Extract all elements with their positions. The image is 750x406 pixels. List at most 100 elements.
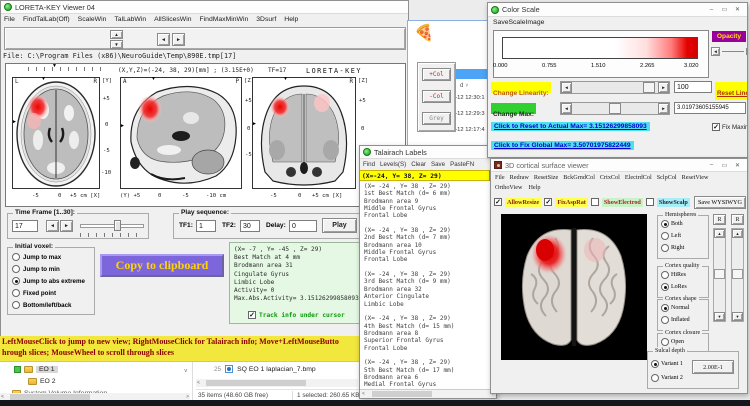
talairach-hscrollbar-thumb[interactable]: [372, 391, 432, 397]
scroll-up-icon[interactable]: ▲: [732, 229, 743, 238]
time-frame-slider-thumb[interactable]: [114, 220, 121, 231]
opacity-slider-track[interactable]: [722, 51, 744, 52]
minimize-icon[interactable]: –: [705, 4, 718, 15]
menu-orthoview[interactable]: OrthoView: [495, 184, 522, 191]
spin-down-button[interactable]: ▼: [110, 40, 123, 49]
copy-to-clipboard-button[interactable]: Copy to clipboard: [100, 254, 224, 277]
linearity-thumb[interactable]: [643, 82, 655, 93]
opacity-slider-left[interactable]: ◄: [711, 47, 720, 56]
radio-hemi-both[interactable]: [661, 220, 669, 228]
time-frame-next-button[interactable]: ►: [60, 220, 73, 232]
menu-clear[interactable]: Clear: [411, 161, 426, 168]
menu-bckgrndcol[interactable]: BckGrndCol: [563, 174, 595, 181]
max-scrollbar[interactable]: ◄ ►: [560, 102, 670, 115]
scrollbar-thumb[interactable]: [714, 269, 725, 279]
scroll-up-icon[interactable]: ▲: [714, 229, 725, 238]
rotate-y-scrollbar[interactable]: ▲ ▼: [731, 228, 744, 322]
menu-resetsize[interactable]: ResetSize: [534, 174, 558, 181]
menu-resetview[interactable]: ResetView: [682, 174, 709, 181]
time-frame-prev-button[interactable]: ◄: [46, 220, 59, 232]
radio-jump-to-max[interactable]: [12, 253, 20, 261]
taskbar[interactable]: [0, 400, 750, 406]
save-wysiwyg-button[interactable]: Save WYSIWYG: [694, 196, 746, 209]
grey-button[interactable]: Grey: [422, 112, 451, 125]
color-scale-titlebar[interactable]: Color Scale – ▭ ✕: [488, 3, 747, 17]
surface-3d-view[interactable]: [501, 214, 647, 360]
file-date-cell[interactable]: 3-12 12:29:3: [452, 111, 485, 117]
radio-jump-to-min[interactable]: [12, 265, 20, 273]
play-button[interactable]: Play: [322, 218, 357, 233]
tree-scroll-chevron[interactable]: ˅: [184, 369, 188, 375]
radio-hires[interactable]: [661, 271, 669, 279]
rotate-y-button[interactable]: R: [731, 214, 744, 225]
talairach-hscrollbar[interactable]: < >: [360, 389, 497, 398]
close-icon[interactable]: ✕: [731, 160, 744, 171]
radio-fixed-point[interactable]: [12, 289, 20, 297]
loreta-titlebar[interactable]: LORETA-KEY Viewer 04: [1, 1, 408, 14]
fix-maximum-checkbox[interactable]: ✓: [712, 123, 720, 131]
minus-col-button[interactable]: -Col: [422, 90, 451, 103]
column-header-date[interactable]: d: [460, 83, 463, 89]
track-info-checkbox[interactable]: ✓: [248, 311, 256, 319]
reset-linear-link[interactable]: Reset Linear: [715, 89, 748, 98]
spin-up-button[interactable]: ▲: [110, 30, 123, 39]
opacity-slider[interactable]: ◄: [711, 47, 747, 57]
reset-actual-max-link[interactable]: Click to Reset to Actual Max= 3.15126299…: [491, 122, 650, 131]
menu-electrdcol[interactable]: ElectrdCol: [625, 174, 652, 181]
axial-slice-view[interactable]: L R ▼ ►: [12, 77, 100, 189]
menu-tallabwin[interactable]: TalLabWin: [114, 16, 146, 23]
rotate-x-scrollbar[interactable]: ▲ ▼: [713, 228, 726, 322]
radio-bottom-left-back[interactable]: [12, 301, 20, 309]
menu-allsliceswin[interactable]: AllSlicesWin: [154, 16, 191, 23]
allow-resize-checkbox[interactable]: ✓: [494, 198, 502, 206]
scroll-down-icon[interactable]: ▼: [714, 312, 725, 321]
max-right-button[interactable]: ►: [658, 103, 669, 114]
show-electrod-checkbox[interactable]: [591, 198, 599, 206]
radio-hemi-right[interactable]: [661, 244, 669, 252]
tree-item-eo2[interactable]: EO 2: [28, 378, 56, 385]
time-frame-input[interactable]: 17: [12, 220, 38, 232]
linearity-value-input[interactable]: 100: [674, 81, 712, 93]
menu-findtallab[interactable]: FindTalLab(Off): [23, 16, 70, 23]
file-list-row[interactable]: 25 SQ EO 1 laplacian_7.bmp: [214, 365, 316, 373]
show-scalp-checkbox[interactable]: [646, 198, 654, 206]
menu-pastefn[interactable]: PasteFN: [450, 161, 474, 168]
radio-hemi-left[interactable]: [661, 232, 669, 240]
menu-file[interactable]: File: [495, 174, 505, 181]
max-value-input[interactable]: 3.01973605155945: [674, 102, 746, 114]
slice-slider-ticks[interactable]: [28, 67, 106, 71]
menu-crtxcol[interactable]: CrtxCol: [600, 174, 620, 181]
menu-help[interactable]: Help: [284, 16, 298, 23]
radio-lores[interactable]: [661, 283, 669, 291]
close-icon[interactable]: ✕: [731, 4, 744, 15]
nav-left-button[interactable]: ◄: [157, 33, 170, 46]
nav-right-button[interactable]: ►: [172, 33, 185, 46]
list-hscrollbar-thumb[interactable]: [206, 380, 306, 386]
coronal-slice-view[interactable]: R ▼ ►: [252, 77, 356, 189]
radio-variant-2[interactable]: [651, 374, 659, 382]
radio-variant-1[interactable]: [651, 360, 659, 368]
radio-shape-normal[interactable]: [661, 304, 669, 312]
tree-item-eo1[interactable]: EO 1: [14, 366, 58, 373]
sulcal-depth-value-button[interactable]: 2.00E-1: [692, 360, 734, 374]
menu-3dsurf[interactable]: 3Dsurf: [256, 16, 276, 23]
tf1-input[interactable]: 1: [196, 220, 216, 232]
radio-shape-inflated[interactable]: [661, 316, 669, 324]
delay-input[interactable]: 0: [289, 220, 317, 232]
menu-scalewin[interactable]: ScaleWin: [78, 16, 107, 23]
menu-findmaxminwin[interactable]: FindMaxMinWin: [200, 16, 249, 23]
scroll-left-icon[interactable]: <: [362, 391, 365, 397]
menu-save-scale-image[interactable]: SaveScaleImage: [493, 19, 544, 26]
list-hscrollbar[interactable]: <: [196, 379, 358, 387]
radio-jump-to-abs-extreme[interactable]: [12, 277, 20, 285]
menu-help[interactable]: Help: [528, 184, 540, 191]
menu-sclpcol[interactable]: SclpCol: [657, 174, 677, 181]
linearity-left-button[interactable]: ◄: [561, 82, 572, 93]
time-frame-slider[interactable]: [80, 224, 144, 228]
menu-save[interactable]: Save: [431, 161, 445, 168]
max-thumb[interactable]: [609, 103, 621, 114]
menu-levels[interactable]: Levels(S): [380, 161, 406, 168]
talairach-titlebar[interactable]: Talairach Labels: [360, 146, 496, 159]
tf2-input[interactable]: 30: [240, 220, 260, 232]
file-date-cell[interactable]: 3-12 12:17:4: [452, 127, 485, 133]
